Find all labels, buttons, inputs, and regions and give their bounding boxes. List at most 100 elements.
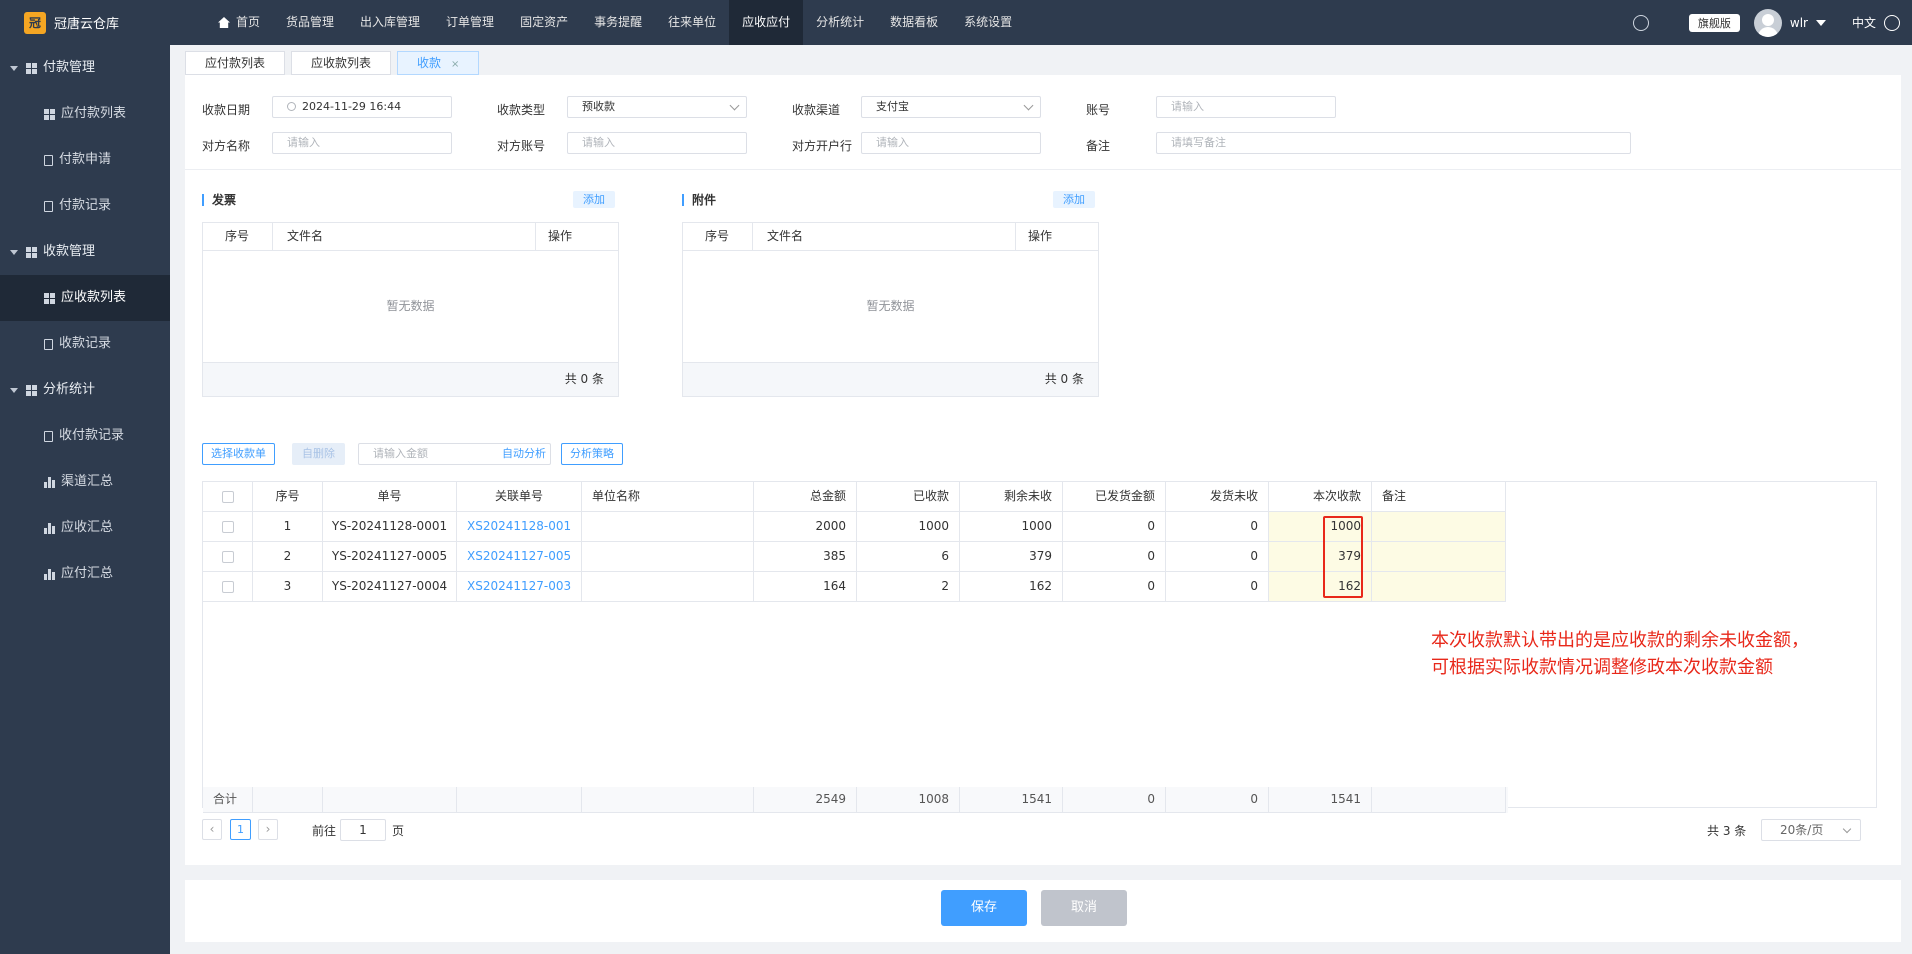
- nav-settings[interactable]: 系统设置: [951, 0, 1025, 45]
- top-bar: 冠 冠唐云仓库 首页 货品管理 出入库管理 订单管理 固定资产 事务提醒 往来单…: [0, 0, 1912, 45]
- row-checkbox[interactable]: [221, 520, 234, 533]
- nav-goods[interactable]: 货品管理: [273, 0, 347, 45]
- table-header: 序号 单号 关联单号 单位名称 总金额 已收款 剩余未收 已发货金额 发货未收 …: [203, 482, 1508, 512]
- remark-cell[interactable]: [1372, 542, 1506, 572]
- attachment-title: 附件: [682, 194, 716, 206]
- doc-icon: [44, 430, 53, 442]
- cancel-button[interactable]: 取消: [1041, 890, 1127, 926]
- nav-home[interactable]: 首页: [205, 0, 273, 45]
- nav-partners[interactable]: 往来单位: [655, 0, 729, 45]
- sidebar-item-payment-records[interactable]: 付款记录: [0, 183, 170, 229]
- amount-input[interactable]: 请输入金额 自动分析: [358, 443, 551, 465]
- bar-chart-icon: [44, 476, 55, 488]
- ref-link[interactable]: XS20241127-003: [457, 572, 582, 602]
- type-select[interactable]: 预收款: [567, 96, 747, 118]
- nav-assets[interactable]: 固定资产: [507, 0, 581, 45]
- pagination: ‹ 1 › 前往 1 页 共 3 条 20条/页: [202, 819, 1877, 843]
- account-input[interactable]: 请输入: [1156, 96, 1336, 118]
- next-page-button[interactable]: ›: [258, 819, 278, 840]
- sidebar-group-payment[interactable]: 付款管理: [0, 45, 170, 91]
- page-1-button[interactable]: 1: [230, 819, 251, 840]
- avatar[interactable]: [1753, 8, 1782, 37]
- edition-badge: 旗舰版: [1688, 13, 1740, 32]
- row-checkbox[interactable]: [221, 580, 234, 593]
- summary-row: 合计 2549 1008 1541 0 0 1541: [203, 787, 1508, 813]
- invoice-table-header: 序号 文件名 操作: [203, 223, 618, 251]
- party-bank-input[interactable]: 请输入: [861, 132, 1041, 154]
- chevron-down-icon[interactable]: [1815, 19, 1826, 26]
- attachment-table: 序号 文件名 操作 暂无数据 共 0 条: [682, 222, 1099, 397]
- delete-button[interactable]: 自删除: [292, 443, 345, 465]
- doc-icon: [44, 200, 53, 212]
- ref-link[interactable]: XS20241127-005: [457, 542, 582, 572]
- ref-link[interactable]: XS20241128-001: [457, 512, 582, 542]
- help-icon[interactable]: [1632, 14, 1649, 31]
- remark-cell[interactable]: [1372, 572, 1506, 602]
- strategy-button[interactable]: 分析策略: [561, 443, 623, 465]
- nav-dashboard[interactable]: 数据看板: [877, 0, 951, 45]
- channel-select[interactable]: 支付宝: [861, 96, 1041, 118]
- prev-page-button[interactable]: ‹: [202, 819, 222, 840]
- close-icon[interactable]: ×: [451, 59, 459, 70]
- sidebar-group-receipt[interactable]: 收款管理: [0, 229, 170, 275]
- clock-icon: [287, 102, 296, 111]
- sidebar-item-transaction-records[interactable]: 收付款记录: [0, 413, 170, 459]
- goto-suffix: 页: [392, 824, 405, 838]
- remark-cell[interactable]: [1372, 512, 1506, 542]
- main-panel: 收款日期 2024-11-29 16:44 收款类型 预收款 收款渠道 支付宝 …: [185, 75, 1901, 865]
- select-receivable-button[interactable]: 选择收款单: [202, 443, 275, 465]
- bar-chart-icon: [44, 522, 55, 534]
- sidebar-item-payment-request[interactable]: 付款申请: [0, 137, 170, 183]
- invoice-add-button[interactable]: 添加: [573, 191, 615, 208]
- table-row[interactable]: 2 YS-20241127-0005 XS20241127-005 385 6 …: [203, 542, 1508, 572]
- sidebar-item-receivable-list[interactable]: 应收款列表: [0, 275, 170, 321]
- tab-receivable-list[interactable]: 应收款列表: [291, 51, 392, 75]
- attachment-table-header: 序号 文件名 操作: [683, 223, 1098, 251]
- table-row[interactable]: 3 YS-20241127-0004 XS20241127-003 164 2 …: [203, 572, 1508, 602]
- type-label: 收款类型: [497, 103, 546, 117]
- goto-page-input[interactable]: 1: [340, 819, 386, 841]
- top-nav: 首页 货品管理 出入库管理 订单管理 固定资产 事务提醒 往来单位 应收应付 分…: [205, 0, 1025, 45]
- party-label: 对方名称: [202, 139, 251, 153]
- table-row[interactable]: 1 YS-20241128-0001 XS20241128-001 2000 1…: [203, 512, 1508, 542]
- nav-analysis[interactable]: 分析统计: [803, 0, 877, 45]
- page-size-select[interactable]: 20条/页: [1761, 819, 1861, 841]
- party-input[interactable]: 请输入: [272, 132, 452, 154]
- attachment-add-button[interactable]: 添加: [1053, 191, 1095, 208]
- caret-down-icon: [10, 249, 18, 255]
- remark-input[interactable]: 请填写备注: [1156, 132, 1631, 154]
- select-all-checkbox[interactable]: [221, 490, 234, 503]
- globe-icon[interactable]: [1884, 14, 1900, 31]
- party-account-label: 对方账号: [497, 139, 546, 153]
- chevron-down-icon: [1842, 824, 1852, 834]
- sidebar-item-payable-summary[interactable]: 应付汇总: [0, 551, 170, 597]
- language-switch[interactable]: 中文: [1852, 14, 1876, 31]
- account-label: 账号: [1086, 103, 1111, 117]
- date-picker[interactable]: 2024-11-29 16:44: [272, 96, 452, 118]
- app-logo[interactable]: 冠 冠唐云仓库: [0, 0, 170, 45]
- party-account-input[interactable]: 请输入: [567, 132, 747, 154]
- auto-analyze-link[interactable]: 自动分析: [502, 444, 546, 464]
- sidebar-item-receipt-records[interactable]: 收款记录: [0, 321, 170, 367]
- nav-orders[interactable]: 订单管理: [433, 0, 507, 45]
- save-button[interactable]: 保存: [941, 890, 1027, 926]
- tab-receipt[interactable]: 收款 ×: [397, 51, 480, 75]
- row-checkbox[interactable]: [221, 550, 234, 563]
- nav-inout[interactable]: 出入库管理: [347, 0, 433, 45]
- invoice-total: 共 0 条: [203, 362, 618, 396]
- nav-reminders[interactable]: 事务提醒: [581, 0, 655, 45]
- sidebar-item-payable-list[interactable]: 应付款列表: [0, 91, 170, 137]
- sidebar-item-receivable-summary[interactable]: 应收汇总: [0, 505, 170, 551]
- user-name[interactable]: wlr: [1790, 16, 1808, 30]
- attachment-empty: 暂无数据: [866, 299, 915, 313]
- sidebar-group-analysis[interactable]: 分析统计: [0, 367, 170, 413]
- nav-receivable-payable[interactable]: 应收应付: [729, 0, 804, 45]
- sidebar-item-channel-summary[interactable]: 渠道汇总: [0, 459, 170, 505]
- chevron-down-icon: [1023, 100, 1034, 111]
- sidebar: 付款管理 应付款列表 付款申请 付款记录 收款管理 应收款列表 收款记录 分析统…: [0, 45, 170, 954]
- remark-label: 备注: [1086, 139, 1111, 153]
- top-right: 旗舰版 wlr 中文: [1632, 0, 1912, 45]
- channel-label: 收款渠道: [792, 103, 841, 117]
- tab-payable-list[interactable]: 应付款列表: [185, 51, 286, 75]
- grid-icon: [26, 246, 37, 258]
